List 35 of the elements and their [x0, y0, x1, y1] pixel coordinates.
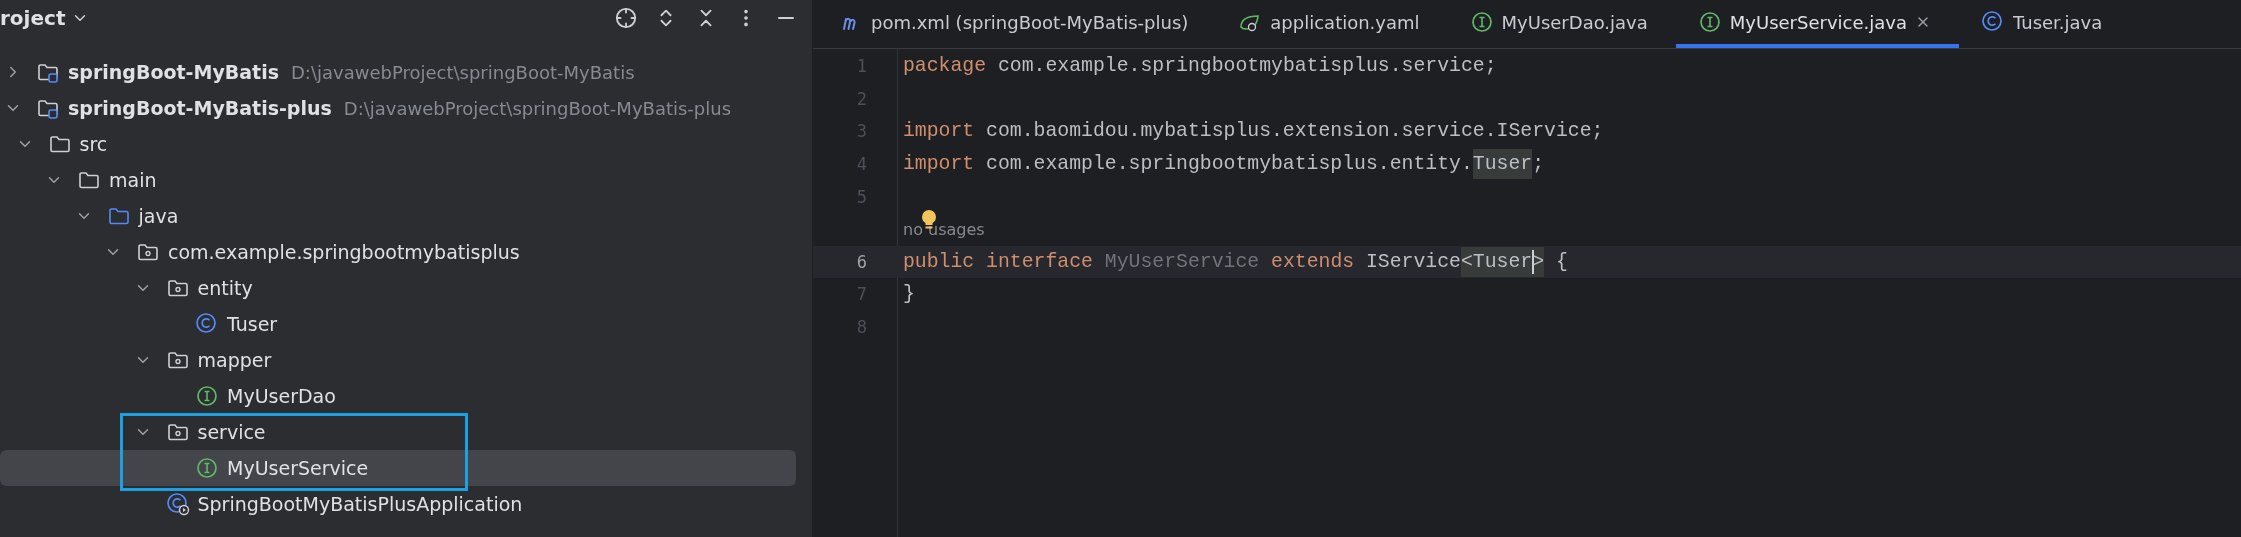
tree-item[interactable]: src [0, 126, 796, 162]
tree-item[interactable]: service [0, 414, 796, 450]
tree-item[interactable]: com.example.springbootmybatisplus [0, 234, 796, 270]
tree-item[interactable]: springBoot-MyBatis-plus D:\javawebProject\springBoot-MyBatis-plus [0, 90, 796, 126]
code-line: package com.example.springbootmybatisplus.service; [903, 54, 1497, 80]
editor-tab[interactable]: Tuser.java [1958, 0, 2131, 48]
interface-icon [195, 456, 219, 480]
editor-tab[interactable]: MyUserDao.java [1447, 0, 1676, 48]
class-icon [195, 312, 219, 336]
interface-icon [1469, 10, 1494, 34]
code-line: import com.baomidou.mybatisplus.extension.service.IService; [903, 119, 1604, 145]
code-line: import com.example.springbootmybatisplus.entity.Tuser; [903, 149, 1545, 180]
tree-item[interactable]: MyUserService [0, 450, 796, 486]
tree-item[interactable]: mapper [0, 342, 796, 378]
tree-item[interactable]: Tuser [0, 306, 796, 342]
panel-title[interactable]: roject [0, 6, 90, 30]
tree-item[interactable]: java [0, 198, 796, 234]
inlay-hint[interactable]: no usages [903, 219, 985, 239]
tree-item[interactable]: SpringBootMyBatisPlusApplication [0, 486, 796, 522]
locate-icon[interactable] [615, 7, 637, 29]
interface-icon [195, 384, 219, 408]
module-path: D:\javawebProject\springBoot-MyBatis [291, 61, 635, 83]
run-class-icon [165, 492, 190, 516]
interface-icon [1697, 10, 1722, 34]
line-number: 6 [855, 251, 867, 272]
editor-tab[interactable]: MyUserService.java [1675, 0, 1959, 48]
code-line: } [903, 282, 915, 308]
class-icon [1980, 10, 2005, 34]
editor-tab[interactable]: pom.xml (springBoot-MyBatis-plus) [819, 0, 1217, 48]
module-path: D:\javawebProject\springBoot-MyBatis-plus [343, 97, 732, 119]
tree-item[interactable]: entity [0, 270, 796, 306]
tree-item[interactable]: MyUserDao [0, 378, 796, 414]
tree-item[interactable]: main [0, 162, 796, 198]
tree-item[interactable]: springBoot-MyBatis D:\javawebProject\springBoot-MyBatis [0, 54, 796, 90]
editor-tab[interactable]: application.yaml [1216, 0, 1448, 48]
